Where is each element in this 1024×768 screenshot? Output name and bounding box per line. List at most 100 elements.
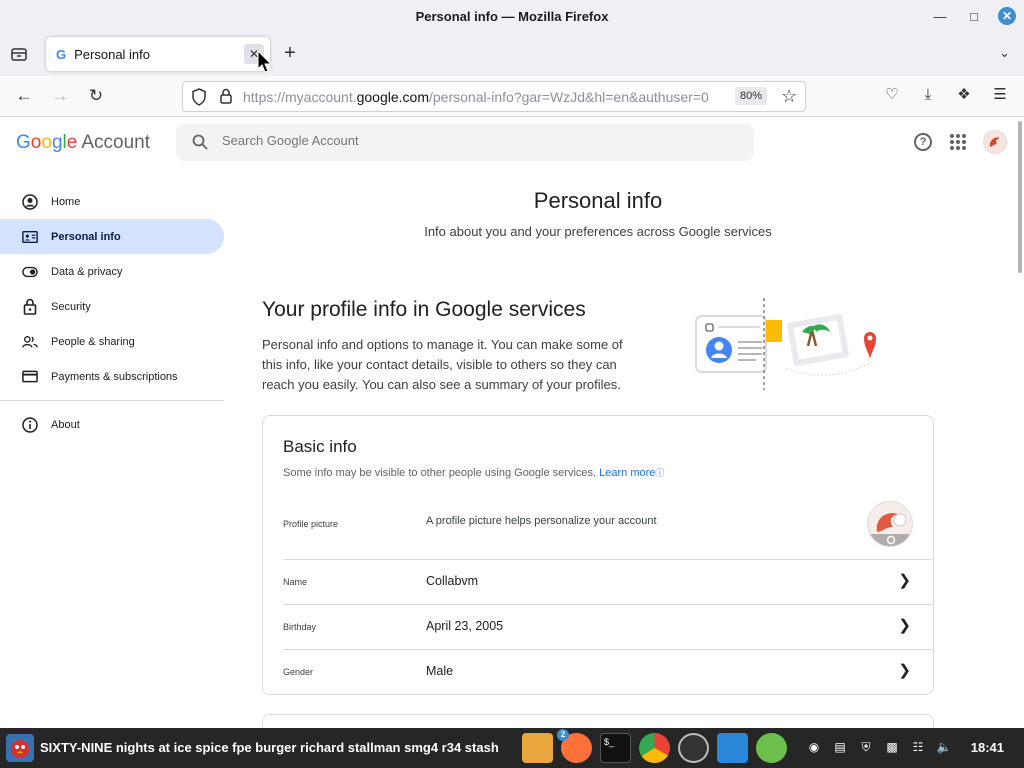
url-bar[interactable]: https://myaccount.google.com/personal-in… (182, 81, 806, 112)
zoom-level-badge[interactable]: 80% (735, 87, 768, 105)
section-description: Personal info and options to manage it. … (262, 337, 623, 392)
url-text[interactable]: https://myaccount.google.com/personal-in… (243, 89, 731, 105)
network-icon[interactable]: ☷ (910, 738, 926, 756)
back-arrow-icon[interactable]: ← (14, 86, 34, 106)
window-title: Personal info — Mozilla Firefox (415, 9, 609, 24)
credit-card-icon (22, 369, 38, 385)
firefox-badge: 2 (557, 729, 569, 741)
sidebar-item-security[interactable]: Security (0, 289, 224, 324)
section-title: Your profile info in Google services (262, 298, 586, 321)
search-box[interactable] (176, 124, 754, 161)
clock[interactable]: 18:41 (971, 740, 1004, 755)
chevron-right-icon: ❯ (898, 572, 911, 589)
navigation-toolbar: ← → ↻ https://myaccount.google.com/perso… (0, 76, 1024, 117)
page-subtitle: Info about you and your preferences acro… (424, 224, 772, 239)
scrollbar-thumb[interactable] (1018, 121, 1022, 273)
tab-personal-info[interactable]: G Personal info ✕ (46, 37, 270, 71)
tracking-shield-icon[interactable] (191, 88, 207, 106)
row-label: Name (283, 577, 308, 587)
help-circle-icon[interactable]: ⓘ (655, 468, 664, 478)
toolbar-icons: ♡ ⤓ ❖ ☰ (882, 85, 1010, 105)
google-account-logo[interactable]: Google Account (16, 132, 150, 154)
close-window-icon[interactable]: ✕ (998, 7, 1016, 25)
card-title: Basic info (283, 437, 357, 456)
obs-icon[interactable]: ◉ (806, 738, 822, 756)
row-value: April 23, 2005 (426, 619, 504, 633)
chevron-right-icon: ❯ (898, 662, 911, 679)
sidebar-item-label: About (51, 418, 80, 431)
people-icon (22, 334, 38, 350)
row-value: A profile picture helps personalize your… (426, 515, 657, 527)
volume-icon[interactable]: 🔈 (936, 738, 952, 756)
learn-more-link[interactable]: Learn more (599, 467, 655, 479)
google-account-header: GoogleAccount ? (0, 117, 1016, 167)
sidebar-item-payments[interactable]: Payments & subscriptions (0, 359, 224, 394)
row-label: Profile picture (283, 519, 339, 529)
window-titlebar: Personal info — Mozilla Firefox — □ ✕ (0, 0, 1024, 33)
sidebar-nav: Home Personal info Data & privacy Securi… (0, 184, 224, 442)
terminal-icon[interactable]: $_ (600, 733, 631, 763)
lock-icon (22, 298, 38, 315)
mouse-cursor-icon (257, 50, 273, 73)
search-input[interactable] (222, 133, 722, 148)
shield-icon[interactable]: ⛨ (858, 738, 874, 756)
profile-picture-avatar[interactable] (867, 501, 913, 547)
minimize-icon[interactable]: — (930, 6, 950, 26)
aperture-icon[interactable] (678, 733, 709, 763)
gender-row[interactable]: Gender Male ❯ (263, 649, 933, 694)
chevron-down-icon[interactable]: ⌄ (999, 45, 1010, 61)
forward-arrow-icon[interactable]: → (50, 86, 70, 106)
search-icon (192, 134, 208, 150)
document-icon[interactable]: ▩ (884, 738, 900, 756)
birthday-row[interactable]: Birthday April 23, 2005 ❯ (263, 604, 933, 649)
row-value: Collabvm (426, 574, 479, 588)
firefox-icon[interactable]: 2 (557, 729, 592, 763)
lock-icon[interactable] (219, 88, 233, 104)
sidebar-item-label: Payments & subscriptions (51, 370, 178, 383)
info-icon (22, 416, 38, 433)
sidebar-item-label: People & sharing (51, 335, 135, 348)
taskbar-apps: 2 $_ (522, 729, 787, 763)
reload-icon[interactable]: ↻ (86, 86, 106, 106)
card-note: Some info may be visible to other people… (283, 467, 665, 479)
tab-list-icon[interactable] (10, 45, 28, 63)
clipboard-icon[interactable]: ▤ (832, 738, 848, 756)
pocket-icon[interactable]: ♡ (882, 85, 902, 105)
sidebar-item-label: Data & privacy (51, 265, 123, 278)
google-apps-icon[interactable] (950, 134, 966, 150)
row-label: Birthday (283, 622, 317, 632)
start-menu-icon[interactable] (6, 734, 34, 762)
page-scrollbar[interactable] (1016, 117, 1024, 728)
new-tab-icon[interactable]: + (280, 43, 300, 63)
chevron-right-icon: ❯ (898, 617, 911, 634)
hamburger-menu-icon[interactable]: ☰ (990, 85, 1010, 105)
sidebar-item-people-sharing[interactable]: People & sharing (0, 324, 224, 359)
maximize-icon[interactable]: □ (964, 6, 984, 26)
diamond-app-icon[interactable] (717, 733, 748, 763)
sidebar-item-data-privacy[interactable]: Data & privacy (0, 254, 224, 289)
sidebar-divider (0, 400, 224, 401)
toggle-icon (22, 264, 38, 280)
bookmark-star-icon[interactable]: ☆ (781, 86, 797, 107)
sidebar-item-label: Security (51, 300, 91, 313)
profile-illustration (695, 298, 876, 390)
window-controls: — □ ✕ (930, 6, 1016, 26)
taskbar: SIXTY-NINE nights at ice spice fpe burge… (0, 728, 1024, 768)
avatar[interactable] (983, 130, 1007, 154)
active-window-title[interactable]: SIXTY-NINE nights at ice spice fpe burge… (40, 740, 499, 755)
chrome-icon[interactable] (639, 733, 670, 763)
row-value: Male (426, 664, 454, 678)
basic-info-card: Basic info Some info may be visible to o… (262, 415, 934, 695)
extensions-icon[interactable]: ❖ (954, 85, 974, 105)
row-label: Gender (283, 667, 314, 677)
file-manager-icon[interactable] (522, 733, 553, 763)
name-row[interactable]: Name Collabvm ❯ (263, 559, 933, 604)
google-favicon-icon: G (56, 46, 67, 62)
tab-label: Personal info (74, 46, 151, 62)
network-app-icon[interactable] (756, 733, 787, 763)
profile-picture-row[interactable]: Profile picture A profile picture helps … (263, 498, 933, 558)
sidebar-item-about[interactable]: About (0, 407, 224, 442)
help-icon[interactable]: ? (914, 133, 932, 151)
system-tray: ◉ ▤ ⛨ ▩ ☷ 🔈 (806, 738, 952, 756)
downloads-icon[interactable]: ⤓ (918, 85, 938, 105)
